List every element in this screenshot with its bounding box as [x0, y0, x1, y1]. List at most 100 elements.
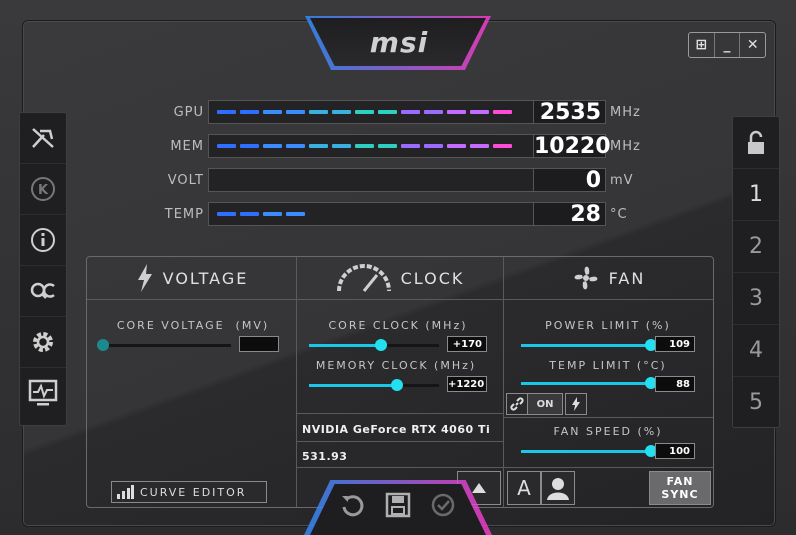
memory-clock-input[interactable]: +1220 [447, 376, 487, 392]
apply-button[interactable] [430, 492, 456, 524]
minimize-button[interactable]: _ [713, 33, 740, 57]
bar-segment [355, 144, 374, 148]
gpu-name: NVIDIA GeForce RTX 4060 Ti [302, 423, 491, 436]
profile-lock-button[interactable] [733, 117, 779, 169]
user-icon [547, 478, 569, 500]
profile-4-button[interactable]: 4 [733, 325, 779, 377]
fan-title: FAN [608, 268, 646, 288]
gpu-clock-bar [208, 100, 534, 124]
bar-segment [447, 110, 466, 114]
fan-speed-divider [503, 417, 713, 418]
core-voltage-label-text: CORE VOLTAGE [116, 319, 225, 332]
bar-segment [217, 110, 236, 114]
bar-segment [493, 110, 512, 114]
core-clock-label: CORE CLOCK (MHz) [303, 319, 493, 332]
bar-segment [378, 144, 397, 148]
profile-3-button[interactable]: 3 [733, 273, 779, 325]
k-boost-button[interactable]: K [20, 164, 66, 215]
core-clock-knob[interactable] [374, 339, 387, 351]
core-voltage-knob[interactable] [97, 339, 109, 351]
info-button[interactable] [20, 215, 66, 266]
voltage-header: VOLTAGE [87, 257, 296, 299]
volt-label: VOLT [167, 172, 204, 188]
temp-row: TEMP 28 °C [160, 201, 628, 227]
fan-header: FAN [503, 257, 713, 299]
lightning-small-icon [572, 397, 580, 411]
core-clock-input[interactable]: +170 [447, 336, 487, 352]
profile-5-button[interactable]: 5 [733, 377, 779, 428]
triangle-up-icon [472, 483, 486, 493]
left-sidebar: K [19, 112, 67, 426]
right-sidebar: 1 2 3 4 5 [732, 116, 780, 428]
gpu-clock-value: 2535 [534, 100, 606, 125]
bar-segment [493, 144, 512, 148]
power-limit-fill [521, 344, 651, 347]
power-link-button[interactable] [565, 393, 587, 415]
core-clock-slider[interactable] [309, 339, 439, 351]
kombustor-button[interactable] [20, 113, 66, 164]
memory-clock-slider[interactable] [309, 379, 439, 391]
memory-clock-fill [309, 384, 398, 387]
voltage-title: VOLTAGE [162, 268, 249, 288]
temp-limit-label: TEMP LIMIT (°C) [513, 359, 703, 372]
bar-segment [286, 110, 305, 114]
curve-editor-label: CURVE EDITOR [140, 485, 247, 499]
mem-clock-unit: MHz [610, 138, 641, 154]
profile-2-button[interactable]: 2 [733, 221, 779, 273]
bar-segment [217, 212, 236, 216]
close-button[interactable]: ✕ [739, 33, 765, 57]
power-limit-input[interactable]: 109 [655, 336, 695, 352]
save-button[interactable] [385, 492, 411, 524]
bar-segment [332, 110, 351, 114]
core-voltage-label: CORE VOLTAGE (MV) [107, 319, 279, 332]
windows-icon[interactable]: ⊞ [689, 33, 714, 57]
header-divider [87, 299, 713, 300]
fan-speed-slider[interactable] [521, 445, 657, 457]
link-button[interactable] [506, 393, 528, 415]
fan-sync-button[interactable]: FAN SYNC [649, 471, 711, 505]
reset-icon [342, 495, 364, 517]
svg-text:K: K [38, 183, 49, 198]
core-voltage-slider[interactable] [97, 339, 231, 351]
bar-segment [470, 110, 489, 114]
core-clock-fill [309, 344, 381, 347]
lightning-icon [137, 264, 152, 292]
core-voltage-input[interactable] [239, 336, 279, 352]
bar-segment [240, 144, 259, 148]
fan-speed-input[interactable]: 100 [655, 443, 695, 459]
bar-segment [240, 212, 259, 216]
kombustor-icon [32, 128, 54, 148]
link-on-toggle[interactable]: ON [527, 393, 563, 415]
fan-icon [574, 266, 598, 290]
oc-scanner-button[interactable] [20, 266, 66, 317]
power-limit-slider[interactable] [521, 339, 657, 351]
fan-user-button[interactable] [541, 471, 575, 505]
bar-segment [309, 110, 328, 114]
voltage-bar [208, 168, 534, 192]
power-limit-label: POWER LIMIT (%) [513, 319, 703, 332]
oc-scanner-icon [30, 282, 55, 299]
temp-bar [208, 202, 534, 226]
bar-segment [470, 144, 489, 148]
curve-editor-button[interactable]: CURVE EDITOR [111, 481, 267, 503]
bar-segment [263, 212, 282, 216]
clock-header: CLOCK [296, 257, 503, 299]
bar-segment [263, 110, 282, 114]
power-limit-unit: (%) [645, 319, 671, 332]
bar-segment [447, 144, 466, 148]
link-icon [510, 397, 524, 411]
profile-1-button[interactable]: 1 [733, 169, 779, 221]
bar-segment [263, 144, 282, 148]
reset-button[interactable] [340, 492, 366, 524]
bar-segment [424, 110, 443, 114]
memory-clock-knob[interactable] [391, 379, 404, 391]
gpu-clock-row: GPU 2535 MHz [160, 99, 641, 125]
monitor-button[interactable] [20, 368, 66, 418]
settings-button[interactable] [20, 317, 66, 368]
fan-auto-button[interactable]: A [507, 471, 541, 505]
check-icon [431, 493, 455, 517]
fan-speed-label: FAN SPEED (%) [513, 425, 703, 438]
afterburner-window: msi ⊞ _ ✕ K 1 2 3 4 5 GPU 2535 MHz MEM 1… [0, 0, 796, 535]
temp-limit-slider[interactable] [521, 377, 657, 389]
temp-limit-input[interactable]: 88 [655, 376, 695, 392]
